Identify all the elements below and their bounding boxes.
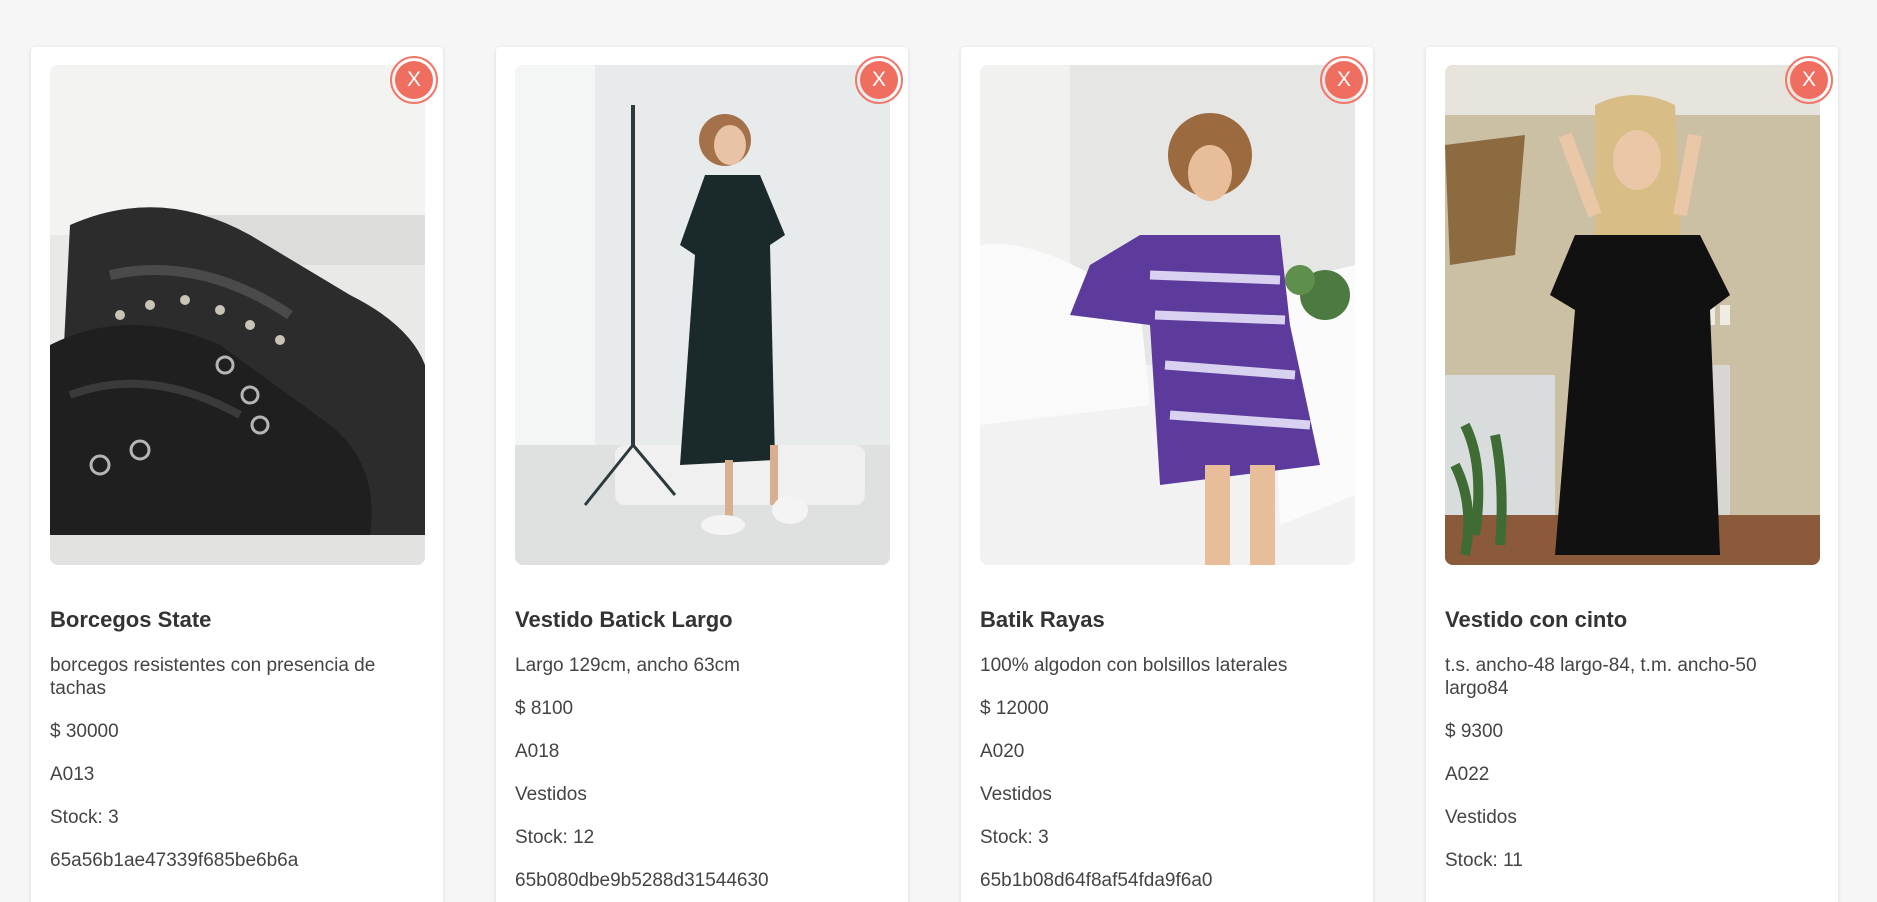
product-description: t.s. ancho-48 largo-84, t.m. ancho-50 la… (1445, 655, 1757, 699)
remove-product-button[interactable]: X (1320, 56, 1368, 104)
product-category: Vestidos (1445, 807, 1517, 828)
product-id: 65b1b08d64f8af54fda9f6a0 (980, 870, 1213, 891)
product-grid: X Borcegos State borcegos resistentes co… (0, 0, 1877, 902)
product-title: Vestido con cinto (1445, 607, 1628, 632)
product-title: Borcegos State (50, 607, 212, 632)
product-card: X Batik Rayas 100% algodon con bolsillos… (961, 47, 1373, 902)
product-stock: Stock: 12 (515, 827, 595, 848)
product-card: X Borcegos State borcegos resistentes co… (31, 47, 443, 902)
product-id: 65a56b1ae47339f685be6b6a (50, 850, 299, 871)
product-category: Vestidos (515, 784, 587, 805)
product-id: 65b080dbe9b5288d31544630 (515, 870, 769, 891)
close-icon: X (1325, 61, 1363, 99)
product-card: X Vestido Batick Largo Largo 129cm, anch… (496, 47, 908, 902)
product-price: $ 12000 (980, 698, 1049, 719)
product-code: A020 (980, 741, 1025, 762)
product-image-boots (50, 65, 425, 565)
product-stock: Stock: 3 (50, 807, 119, 828)
remove-product-button[interactable]: X (855, 56, 903, 104)
product-category: Vestidos (980, 784, 1052, 805)
product-image-long-dress (515, 65, 890, 565)
product-description: borcegos resistentes con presencia de ta… (50, 655, 376, 699)
product-title: Vestido Batick Largo (515, 607, 733, 632)
product-description: Largo 129cm, ancho 63cm (515, 655, 740, 676)
product-stock: Stock: 11 (1445, 850, 1523, 871)
remove-product-button[interactable]: X (390, 56, 438, 104)
product-image-belted-dress (1445, 65, 1820, 565)
remove-product-button[interactable]: X (1785, 56, 1833, 104)
product-price: $ 8100 (515, 698, 574, 719)
product-code: A013 (50, 764, 95, 785)
product-code: A022 (1445, 764, 1490, 785)
close-icon: X (860, 61, 898, 99)
product-price: $ 30000 (50, 721, 119, 742)
product-stock: Stock: 3 (980, 827, 1049, 848)
product-image-tie-dye-dress (980, 65, 1355, 565)
product-title: Batik Rayas (980, 607, 1105, 632)
product-price: $ 9300 (1445, 721, 1504, 742)
product-card: X Vestido con cinto t.s. ancho-48 largo-… (1426, 47, 1838, 902)
close-icon: X (1790, 61, 1828, 99)
product-description: 100% algodon con bolsillos laterales (980, 655, 1288, 676)
product-code: A018 (515, 741, 560, 762)
close-icon: X (395, 61, 433, 99)
